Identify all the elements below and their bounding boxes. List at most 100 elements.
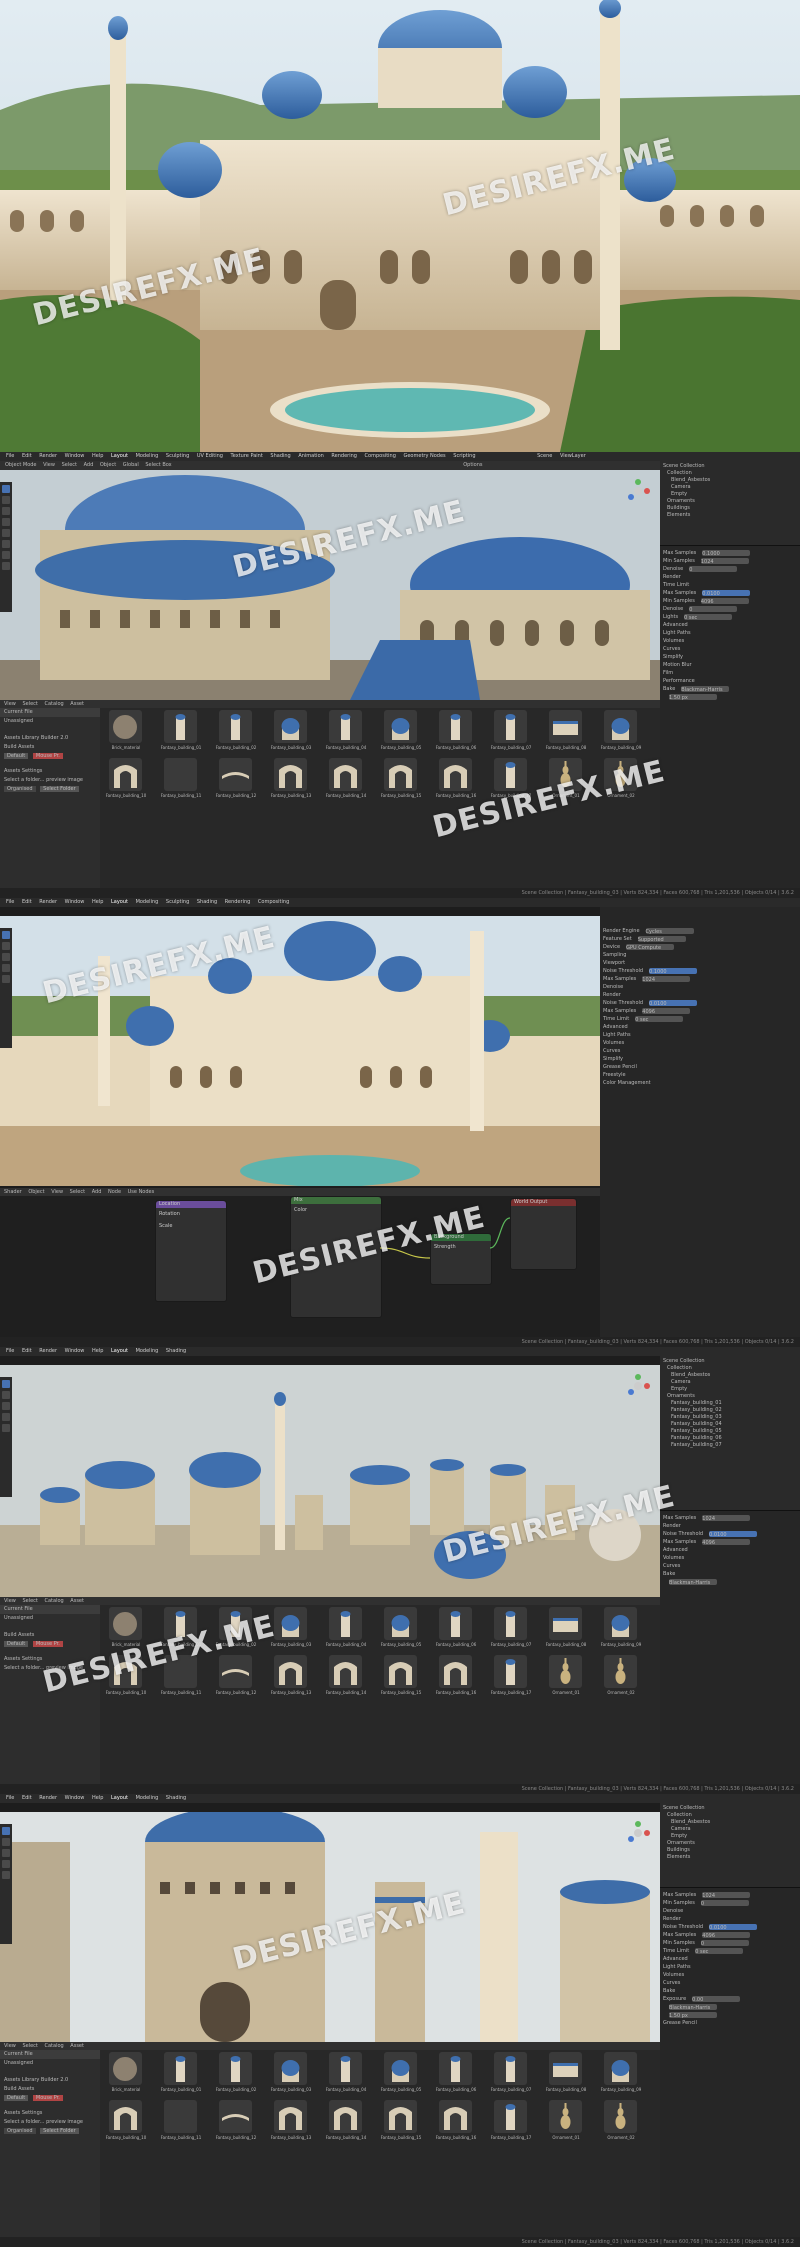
menu-edit[interactable]: Edit xyxy=(22,1348,32,1354)
tab-rendering[interactable]: Rendering xyxy=(331,453,357,459)
catalog-current-file[interactable]: Current File xyxy=(0,708,100,717)
tab-modeling[interactable]: Modeling xyxy=(136,1795,159,1801)
asset-thumbnail[interactable] xyxy=(329,2100,362,2133)
scale-tool-icon[interactable] xyxy=(2,1871,10,1879)
prop-field[interactable]: 0 xyxy=(689,565,738,573)
menu-file[interactable]: File xyxy=(6,899,14,905)
prop-field[interactable]: 0 sec xyxy=(635,1015,684,1023)
asset-thumbnail[interactable] xyxy=(274,1655,307,1688)
film-width-field[interactable]: 1.50 px xyxy=(669,693,717,701)
prop-section[interactable]: Light Paths xyxy=(663,1963,797,1971)
asset-menu-catalog[interactable]: Catalog xyxy=(45,701,64,707)
asset-thumbnail[interactable] xyxy=(549,710,582,743)
tab-modeling[interactable]: Modeling xyxy=(136,1348,159,1354)
prop-section[interactable]: Sampling xyxy=(603,951,797,959)
tab-layout[interactable]: Layout xyxy=(111,1795,128,1801)
prop-section[interactable]: Render xyxy=(663,1915,797,1923)
menu-help[interactable]: Help xyxy=(92,453,103,459)
tab-shading[interactable]: Shading xyxy=(197,899,217,905)
asset-thumbnail[interactable] xyxy=(109,1607,142,1640)
catalog-unassigned[interactable]: Unassigned xyxy=(0,717,100,726)
cursor-tool-icon[interactable] xyxy=(2,942,10,950)
tab-compositing[interactable]: Compositing xyxy=(258,899,289,905)
prop-section[interactable]: Render xyxy=(663,573,797,581)
prop-field[interactable]: 0 xyxy=(700,1939,749,1947)
prop-field[interactable]: 0.0100 xyxy=(709,1923,758,1931)
outliner-item[interactable]: Fantasy_building_07 xyxy=(663,1442,797,1449)
outliner-item[interactable]: Camera xyxy=(663,1826,797,1833)
mouse-pr-button[interactable]: Mouse Pr. xyxy=(32,2095,63,2101)
outliner-item[interactable]: Empty xyxy=(663,1833,797,1840)
prop-section[interactable]: Advanced xyxy=(663,1955,797,1963)
cursor-tool-icon[interactable] xyxy=(2,1391,10,1399)
tab-animation[interactable]: Animation xyxy=(298,453,324,459)
outliner-item[interactable]: Scene Collection xyxy=(663,1358,797,1365)
rotate-tool-icon[interactable] xyxy=(2,518,10,526)
view-layer-selector[interactable]: ViewLayer xyxy=(560,453,586,459)
prop-field[interactable]: 4096 xyxy=(700,597,749,605)
asset-menu-view[interactable]: View xyxy=(4,2043,16,2049)
outliner-item[interactable]: Ornaments xyxy=(663,1840,797,1847)
prop-section[interactable]: Denoise xyxy=(663,1907,797,1915)
asset-menu-catalog[interactable]: Catalog xyxy=(45,1598,64,1604)
asset-thumbnail[interactable] xyxy=(164,2052,197,2085)
menu-window[interactable]: Window xyxy=(65,1348,85,1354)
outliner-item[interactable]: Empty xyxy=(663,491,797,498)
transform-orientation[interactable]: Global xyxy=(123,462,139,468)
asset-thumbnail[interactable] xyxy=(274,758,307,791)
asset-thumbnail[interactable] xyxy=(549,2052,582,2085)
tab-texture-paint[interactable]: Texture Paint xyxy=(231,453,263,459)
menu-window[interactable]: Window xyxy=(65,1795,85,1801)
rotate-tool-icon[interactable] xyxy=(2,964,10,972)
select-folder-button[interactable]: Select Folder xyxy=(40,2128,79,2134)
tab-scripting[interactable]: Scripting xyxy=(453,453,475,459)
asset-thumbnail[interactable] xyxy=(329,1607,362,1640)
outliner-item[interactable]: Buildings xyxy=(663,505,797,512)
menu-add[interactable]: Add xyxy=(84,462,94,468)
scale-tool-icon[interactable] xyxy=(2,529,10,537)
outliner-item[interactable]: Collection xyxy=(663,470,797,477)
tab-shading[interactable]: Shading xyxy=(166,1795,186,1801)
select-folder-button[interactable]: Select Folder xyxy=(40,786,79,792)
asset-thumbnail[interactable] xyxy=(329,710,362,743)
prop-field[interactable]: 0.1000 xyxy=(649,967,698,975)
prop-field[interactable]: 4096 xyxy=(702,1538,751,1546)
prop-section[interactable]: Advanced xyxy=(603,1023,797,1031)
asset-thumbnail[interactable] xyxy=(439,1607,472,1640)
menu-view[interactable]: View xyxy=(43,462,55,468)
asset-thumbnail[interactable] xyxy=(494,758,527,791)
build-assets-button[interactable]: Build Assets xyxy=(0,743,100,752)
prop-section[interactable]: Viewport xyxy=(603,959,797,967)
outliner-item[interactable]: Ornaments xyxy=(663,498,797,505)
prop-section[interactable]: Advanced xyxy=(663,1546,797,1554)
select-tool-icon[interactable] xyxy=(2,1827,10,1835)
outliner-item[interactable]: Collection xyxy=(663,1812,797,1819)
outliner-item[interactable]: Blend_Asbestos xyxy=(663,477,797,484)
prop-section[interactable]: Simplify xyxy=(663,653,797,661)
outliner-item[interactable]: Scene Collection xyxy=(663,463,797,470)
default-button[interactable]: Default xyxy=(4,2095,29,2101)
menu-help[interactable]: Help xyxy=(92,899,103,905)
move-tool-icon[interactable] xyxy=(2,953,10,961)
prop-section[interactable]: Bake xyxy=(663,1570,797,1578)
asset-menu-catalog[interactable]: Catalog xyxy=(45,2043,64,2049)
asset-thumbnail[interactable] xyxy=(604,710,637,743)
annotate-tool-icon[interactable] xyxy=(2,551,10,559)
default-button[interactable]: Default xyxy=(4,753,29,759)
outliner-item[interactable]: Fantasy_building_01 xyxy=(663,1400,797,1407)
asset-thumbnail[interactable] xyxy=(274,2100,307,2133)
film-width-field[interactable]: 1.50 px xyxy=(669,2011,717,2019)
rotate-tool-icon[interactable] xyxy=(2,1413,10,1421)
prop-section[interactable]: Volumes xyxy=(663,1554,797,1562)
prop-section[interactable]: Freestyle xyxy=(603,1071,797,1079)
asset-thumbnail[interactable] xyxy=(494,710,527,743)
menu-file[interactable]: File xyxy=(6,1795,14,1801)
prop-section[interactable]: Light Paths xyxy=(663,629,797,637)
outliner-item[interactable]: Fantasy_building_03 xyxy=(663,1414,797,1421)
scale-tool-icon[interactable] xyxy=(2,975,10,983)
menu-edit[interactable]: Edit xyxy=(22,899,32,905)
prop-field[interactable]: 1024 xyxy=(700,557,749,565)
prop-field[interactable]: 0 xyxy=(700,1899,749,1907)
menu-object[interactable]: Object xyxy=(100,462,116,468)
default-button[interactable]: Default xyxy=(4,1641,29,1647)
